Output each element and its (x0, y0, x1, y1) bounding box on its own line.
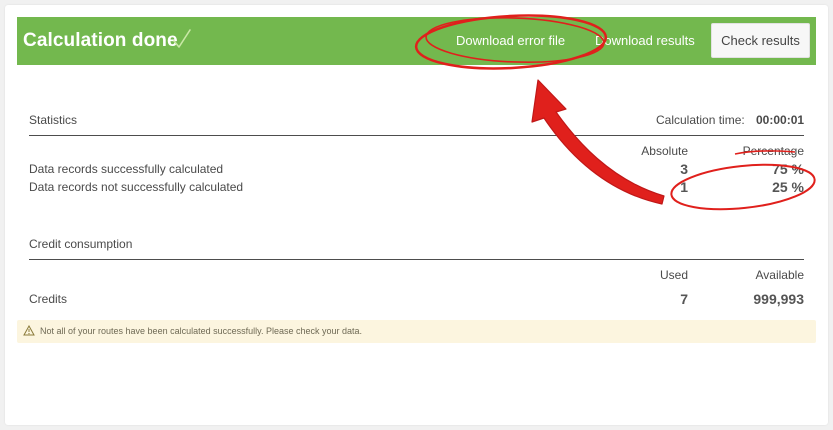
credits-available-value: 999,993 (753, 291, 804, 307)
warning-text: Not all of your routes have been calcula… (40, 326, 363, 336)
stat-row-absolute: 3 (680, 161, 688, 177)
download-error-file-link[interactable]: Download error file (456, 33, 565, 48)
statistics-divider (29, 135, 804, 136)
stat-row-absolute: 1 (680, 179, 688, 195)
page-title: Calculation done (23, 30, 178, 51)
warning-triangle-icon (23, 325, 35, 336)
stat-row-label: Data records not successfully calculated (29, 180, 244, 194)
column-header-percentage: Percentage (742, 144, 804, 158)
credits-row-label: Credits (29, 292, 68, 306)
checkmark-icon (173, 29, 191, 48)
stat-row-percentage: 25 % (772, 179, 804, 195)
credits-divider (29, 259, 804, 260)
column-header-available: Available (755, 268, 804, 282)
credits-used-value: 7 (680, 291, 688, 307)
download-results-link[interactable]: Download results (595, 33, 695, 48)
stat-row-label: Data records successfully calculated (29, 162, 224, 176)
check-results-button[interactable]: Check results (711, 23, 810, 58)
stat-row-percentage: 75 % (772, 161, 804, 177)
result-card (5, 5, 828, 425)
header-bar: Calculation done Download error file Dow… (17, 17, 816, 65)
calculation-time-label: Calculation time: (656, 113, 745, 127)
column-header-absolute: Absolute (641, 144, 688, 158)
column-header-used: Used (659, 268, 688, 282)
credit-consumption-title: Credit consumption (29, 237, 133, 251)
calculation-time-value: 00:00:01 (756, 113, 805, 127)
statistics-title: Statistics (29, 113, 78, 127)
check-results-label: Check results (721, 33, 800, 48)
warning-banner: Not all of your routes have been calcula… (17, 320, 816, 343)
